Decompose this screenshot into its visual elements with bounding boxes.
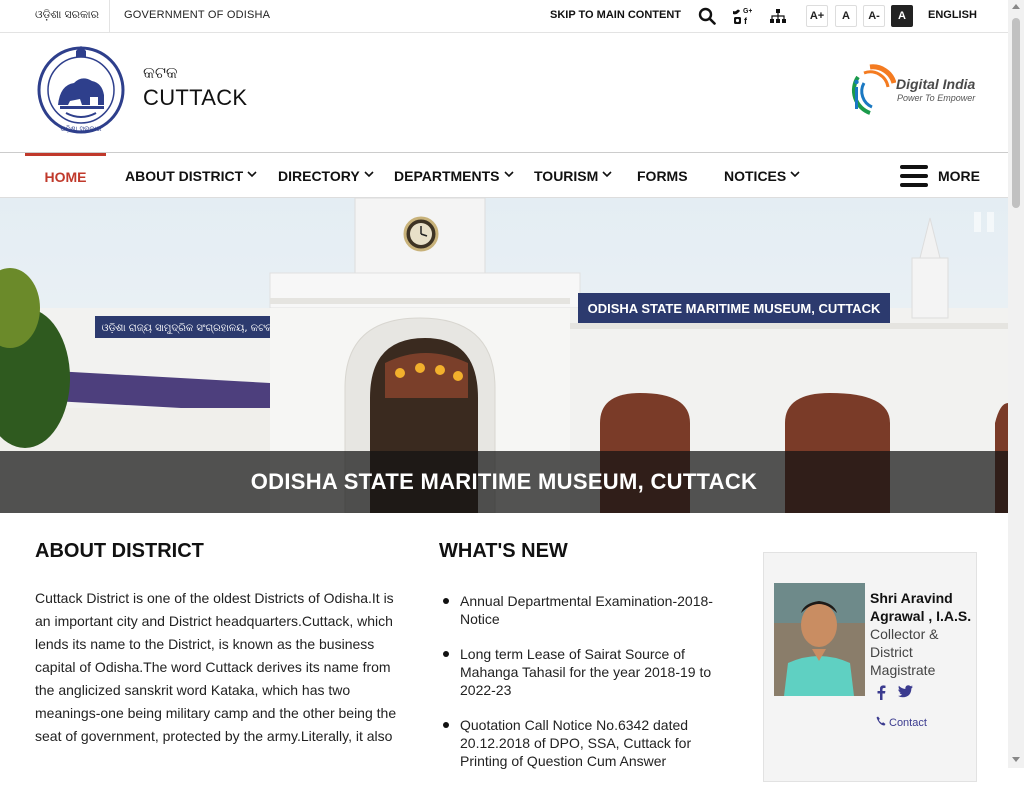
digital-india-tagline: Power To Empower [897,93,976,103]
whats-new-list: Annual Departmental Examination-2018-Not… [440,592,725,787]
nav-directory[interactable]: DIRECTORY [278,153,374,198]
page-scrollbar[interactable] [1008,0,1024,768]
nav-tourism[interactable]: TOURISM [534,153,612,198]
news-item[interactable]: Quotation Call Notice No.6342 dated 20.1… [440,716,725,770]
chevron-down-icon [247,170,257,181]
banner-caption-bar: ODISHA STATE MARITIME MUSEUM, CUTTACK [0,451,1008,513]
nav-forms-label: FORMS [637,167,688,184]
font-normal-button[interactable]: A [835,5,857,27]
social-media-icon[interactable]: G+ f [731,5,753,27]
nav-about-district[interactable]: ABOUT DISTRICT [125,153,257,198]
news-item[interactable]: Long term Lease of Sairat Source of Maha… [440,645,725,699]
more-label: MORE [938,168,980,184]
main-navigation: HOME ABOUT DISTRICT DIRECTORY DEPARTMENT… [0,153,1008,198]
site-header: ଓଡ଼ିଶା ସରକାର କଟକ CUTTACK Digital India P… [0,33,1008,153]
collector-profile-card: Shri Aravind Agrawal , I.A.S. Collector … [763,552,977,782]
svg-text:f: f [744,16,748,26]
collector-social-links [876,685,913,705]
collector-name: Shri Aravind Agrawal , I.A.S. [870,590,972,624]
nav-departments-label: DEPARTMENTS [394,167,500,184]
font-increase-button[interactable]: A+ [806,5,828,27]
digital-india-logo[interactable]: Digital India Power To Empower [850,63,980,117]
high-contrast-button[interactable]: A [891,5,913,27]
chevron-down-icon [503,170,514,181]
language-selector[interactable]: ENGLISH [928,9,977,21]
nav-directory-label: DIRECTORY [278,167,360,184]
nav-forms[interactable]: FORMS [637,153,688,198]
hero-banner: ଓଡ଼ିଶା ରାଜ୍ୟ ସାମୁଦ୍ରିକ ସଂଗ୍ରହାଳୟ, କଟକ OD… [0,198,1008,513]
whats-new-heading: WHAT'S NEW [439,540,568,562]
collector-designation: Collector & District Magistrate [870,626,939,678]
search-icon[interactable] [696,5,718,27]
sitemap-icon[interactable] [767,5,789,27]
government-odia-label: ଓଡ଼ିଶା ସରକାର [35,9,99,21]
chevron-down-icon [790,170,800,181]
nav-about-district-label: ABOUT DISTRICT [125,167,244,184]
banner-sign-odia: ଓଡ଼ିଶା ରାଜ୍ୟ ସାମୁଦ୍ରିକ ସଂଗ୍ରହାଳୟ, କଟକ [102,323,273,334]
top-utility-bar: ଓଡ଼ିଶା ସରକାର GOVERNMENT OF ODISHA SKIP T… [0,0,1008,33]
banner-caption: ODISHA STATE MARITIME MUSEUM, CUTTACK [250,469,758,494]
about-district-heading: ABOUT DISTRICT [35,540,204,562]
nav-notices-label: NOTICES [724,167,787,184]
collector-contact-link[interactable]: Contact [876,716,927,729]
digital-india-title: Digital India [896,76,976,92]
svg-text:G+: G+ [743,8,752,15]
more-menu-button[interactable]: MORE [900,163,980,189]
scrollbar-thumb[interactable] [1012,18,1020,208]
chevron-down-icon [364,170,374,181]
phone-icon [876,716,886,729]
scroll-up-arrow-icon[interactable] [1012,4,1020,9]
news-item[interactable]: Annual Departmental Examination-2018-Not… [440,592,725,628]
scroll-down-arrow-icon[interactable] [1012,757,1020,762]
chevron-down-icon [602,170,612,181]
nav-notices[interactable]: NOTICES [724,153,800,198]
banner-sign-english: ODISHA STATE MARITIME MUSEUM, CUTTACK [588,301,881,316]
font-decrease-button[interactable]: A- [863,5,885,27]
hamburger-icon [900,165,928,187]
government-label[interactable]: GOVERNMENT OF ODISHA [124,9,270,21]
collector-photo [774,583,865,696]
twitter-icon[interactable] [898,685,913,705]
nav-home-label: HOME [44,169,87,185]
facebook-icon[interactable] [876,685,886,705]
contact-label: Contact [889,716,927,729]
nav-home[interactable]: HOME [25,153,106,198]
odisha-emblem-logo[interactable]: ଓଡ଼ିଶା ସରକାର [36,43,126,137]
slider-pause-button[interactable] [974,212,994,232]
emblem-text: ଓଡ଼ିଶା ସରକାର [61,125,103,133]
nav-departments[interactable]: DEPARTMENTS [394,153,514,198]
site-name[interactable]: CUTTACK [143,85,247,111]
about-district-text: Cuttack District is one of the oldest Di… [35,590,397,744]
site-name-odia: କଟକ [143,65,178,82]
divider [109,0,110,32]
skip-to-content-link[interactable]: SKIP TO MAIN CONTENT [550,9,681,21]
nav-tourism-label: TOURISM [534,167,599,184]
